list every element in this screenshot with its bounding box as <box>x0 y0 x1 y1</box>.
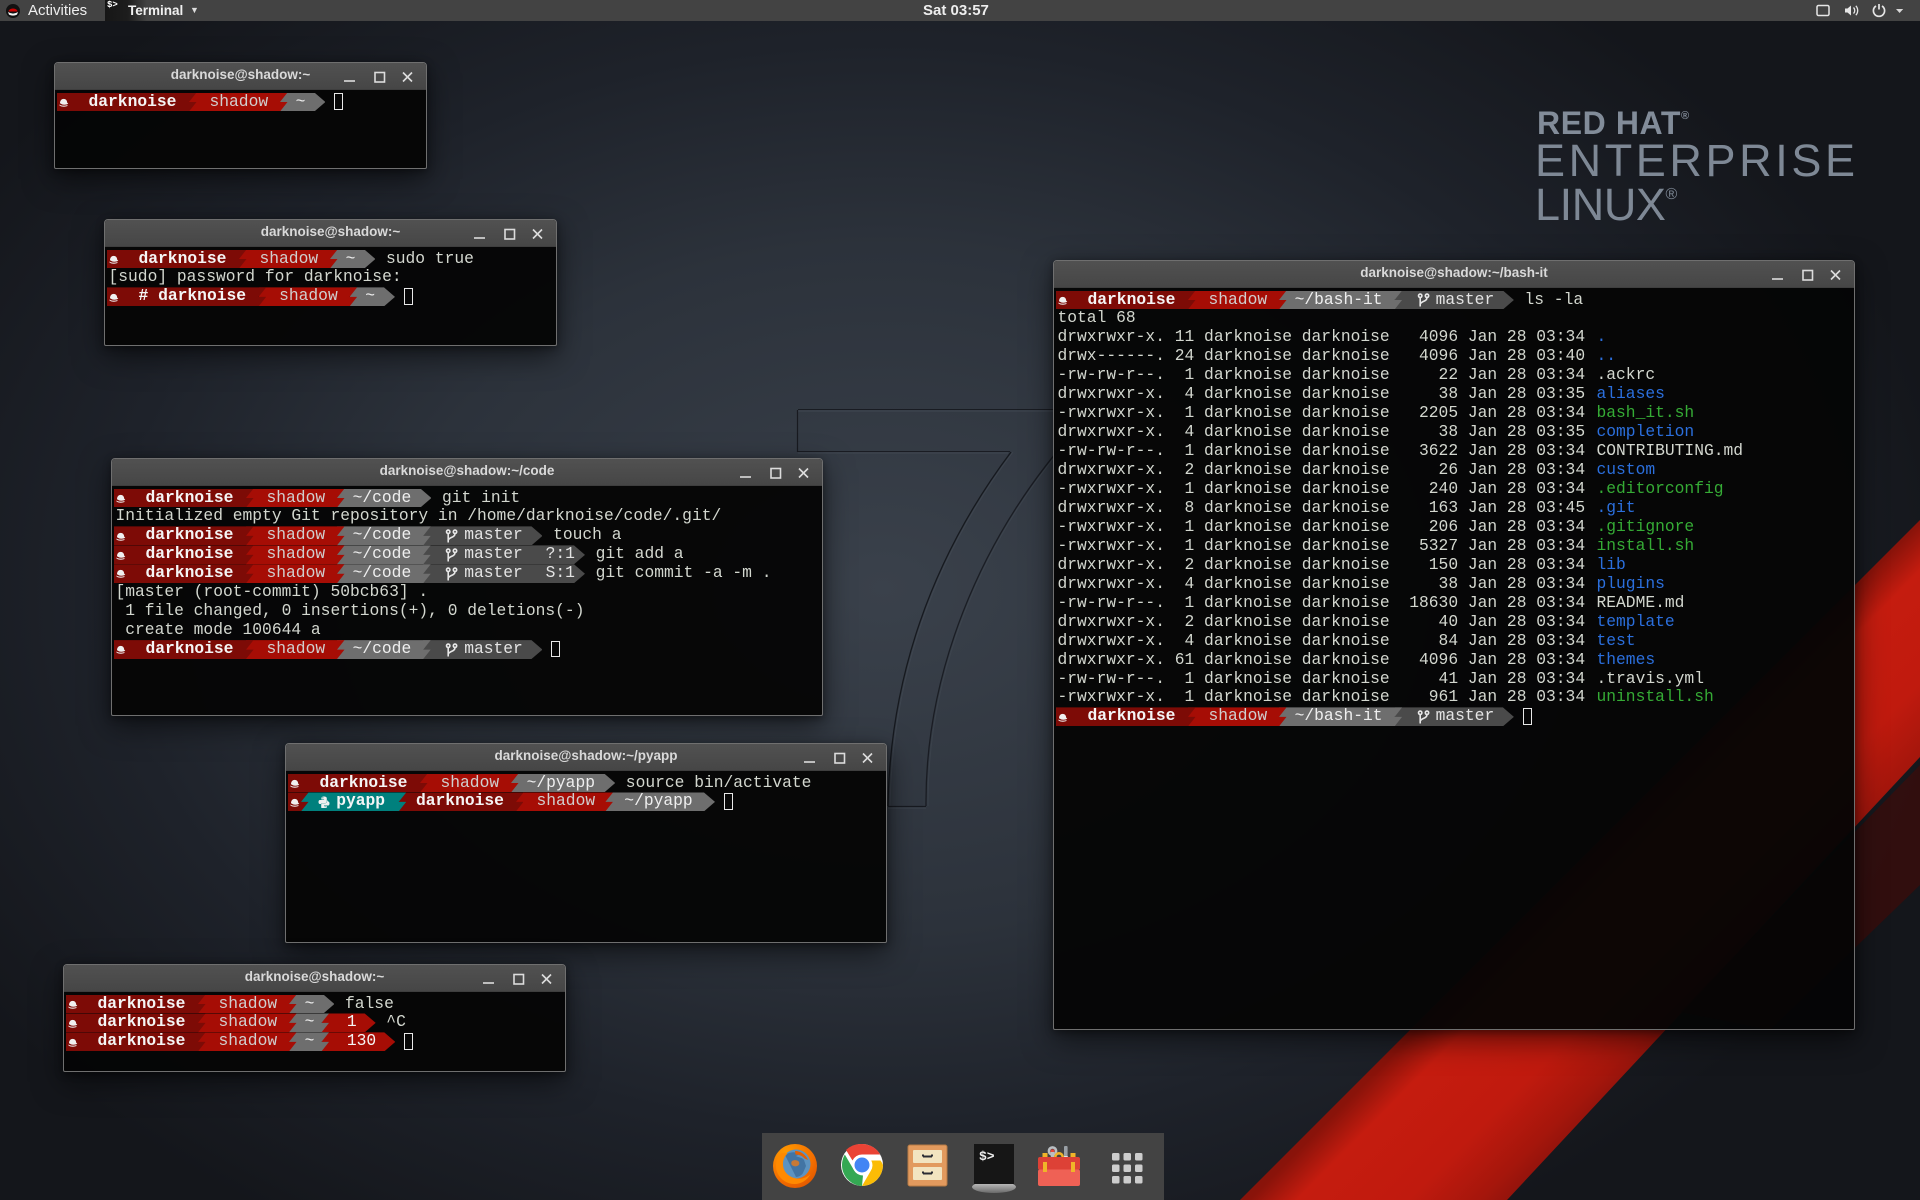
svg-text:$>: $> <box>979 1149 995 1164</box>
